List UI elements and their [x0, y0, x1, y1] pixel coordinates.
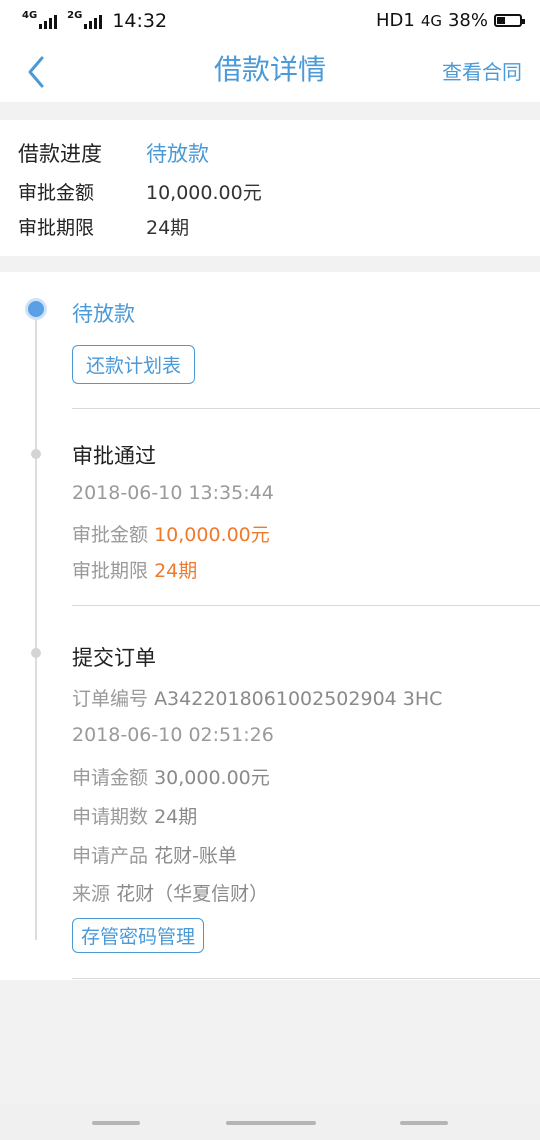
- status-right: HD1 4G 38%: [375, 10, 525, 31]
- divider: [72, 605, 540, 606]
- timeline-dot-icon: [31, 449, 41, 459]
- requested-term-label: 申请期数: [72, 806, 149, 828]
- custody-password-button[interactable]: 存管密码管理: [72, 918, 205, 953]
- timeline-line: [35, 306, 37, 940]
- divider: [72, 978, 540, 979]
- nav-bar: 借款详情 查看合同: [0, 44, 540, 102]
- repayment-schedule-button[interactable]: 还款计划表: [72, 345, 196, 384]
- signal-2g-icon: 2G: [67, 10, 103, 29]
- timeline-dot-icon: [31, 648, 41, 658]
- step-approved-term-label: 审批期限: [72, 560, 149, 582]
- progress-value: 待放款: [146, 142, 209, 166]
- approved-amount-row: 审批金额 10,000.00元: [18, 178, 262, 205]
- requested-product: 申请产品 花财-账单: [72, 841, 237, 868]
- approved-term-value: 24期: [146, 217, 190, 239]
- step-submitted-title: 提交订单: [72, 646, 156, 670]
- step-approved-term: 审批期限 24期: [72, 556, 197, 583]
- source-label: 来源: [72, 883, 111, 905]
- order-number-label: 订单编号: [72, 688, 149, 710]
- network-type-label: 2G: [67, 10, 83, 21]
- requested-amount: 申请金额 30,000.00元: [72, 763, 270, 790]
- system-nav-bar: [0, 1104, 540, 1140]
- source-value: 花财（华夏信财）: [116, 883, 269, 905]
- requested-term-value: 24期: [154, 806, 198, 828]
- approved-term-label: 审批期限: [18, 217, 95, 239]
- step-submitted-datetime: 2018-06-10 02:51:26: [72, 724, 274, 746]
- requested-product-label: 申请产品: [72, 845, 149, 867]
- loan-summary-card: 借款进度 待放款 审批金额 10,000.00元 审批期限 24期: [0, 120, 540, 256]
- network-type-label: 4G: [22, 10, 38, 21]
- status-bar: 4G 2G 14:32 HD1 4G 38%: [0, 0, 540, 44]
- timeline-active-dot-icon: [25, 298, 47, 320]
- requested-term: 申请期数 24期: [72, 802, 197, 829]
- step-approved-datetime: 2018-06-10 13:35:44: [72, 482, 274, 504]
- step-approved-amount-value: 10,000.00元: [154, 524, 270, 546]
- progress-label: 借款进度: [18, 142, 102, 166]
- approved-amount-label: 审批金额: [18, 182, 95, 204]
- hd-indicator: HD1: [375, 10, 415, 31]
- order-number-value: A3422018061002502904 3HC: [154, 688, 443, 710]
- timeline-card: 待放款 还款计划表 审批通过 2018-06-10 13:35:44 审批金额 …: [0, 272, 540, 980]
- step-approved-title: 审批通过: [72, 444, 156, 468]
- requested-product-value: 花财-账单: [154, 845, 237, 867]
- step-approved-amount: 审批金额 10,000.00元: [72, 520, 270, 547]
- home-key[interactable]: [226, 1121, 316, 1125]
- requested-amount-value: 30,000.00元: [154, 767, 270, 789]
- signal-4g-icon: 4G: [22, 10, 58, 29]
- approved-amount-value: 10,000.00元: [146, 182, 262, 204]
- divider: [72, 408, 540, 409]
- progress-row: 借款进度 待放款: [18, 138, 209, 168]
- status-time: 14:32: [112, 10, 168, 32]
- back-key[interactable]: [400, 1121, 448, 1125]
- battery-percent: 38%: [447, 10, 488, 31]
- view-contract-link[interactable]: 查看合同: [442, 56, 522, 85]
- network-4g-indicator: 4G: [420, 11, 442, 30]
- status-left: 4G 2G 14:32: [22, 10, 167, 32]
- step-approved-amount-label: 审批金额: [72, 524, 149, 546]
- menu-key[interactable]: [92, 1121, 140, 1125]
- approved-term-row: 审批期限 24期: [18, 213, 189, 240]
- step-pending-title: 待放款: [72, 302, 135, 326]
- source: 来源 花财（华夏信财）: [72, 879, 268, 906]
- requested-amount-label: 申请金额: [72, 767, 149, 789]
- step-approved-term-value: 24期: [154, 560, 198, 582]
- battery-icon: [494, 14, 525, 27]
- order-number: 订单编号 A3422018061002502904 3HC: [72, 684, 442, 711]
